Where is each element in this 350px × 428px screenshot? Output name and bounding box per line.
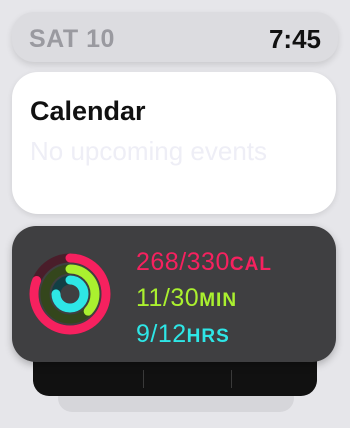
stand-metric: 9/12HRS: [136, 320, 230, 349]
stand-unit: HRS: [186, 326, 230, 347]
status-bar: SAT 10 7:45: [12, 12, 338, 62]
move-unit: CAL: [229, 254, 272, 275]
activity-complication[interactable]: 268/330CAL 11/30MIN 9/12HRS: [12, 226, 336, 362]
stand-value: 9/12: [136, 320, 187, 348]
activity-rings-icon: [29, 253, 111, 335]
calendar-title: Calendar: [30, 96, 146, 126]
exercise-value: 11/30: [136, 284, 200, 312]
move-metric: 268/330CAL: [136, 248, 272, 277]
calendar-subtitle: No upcoming events: [30, 136, 268, 166]
exercise-metric: 11/30MIN: [136, 284, 237, 313]
move-value: 268/330: [136, 248, 230, 276]
status-date: SAT 10: [29, 25, 115, 53]
calendar-complication[interactable]: Calendar No upcoming events: [12, 72, 336, 214]
exercise-unit: MIN: [199, 290, 238, 311]
status-time: 7:45: [268, 24, 321, 54]
